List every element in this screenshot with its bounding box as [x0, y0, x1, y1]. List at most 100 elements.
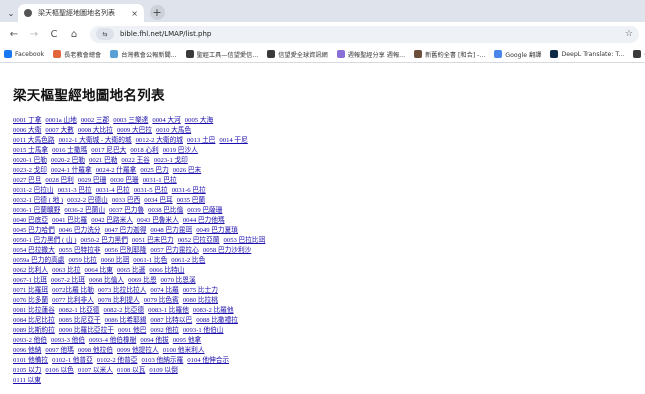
place-link[interactable]: 0049 巴力夏瑣: [196, 227, 238, 234]
place-link[interactable]: 0048 巴力毘珥: [150, 227, 192, 234]
place-link[interactable]: 0055 巴特拉非: [59, 247, 101, 254]
place-link[interactable]: 0076 比多蘭: [13, 297, 48, 304]
bookmark-item[interactable]: 信望愛全球資訊網: [267, 50, 328, 59]
place-link[interactable]: 0031-2 巴拉山: [13, 187, 54, 194]
place-link[interactable]: 0098 他拉伯: [78, 347, 113, 354]
place-link[interactable]: 0045 巴力哈們: [13, 227, 55, 234]
bookmark-item[interactable]: 週報聖經分享 週報...: [336, 50, 405, 59]
place-link[interactable]: 0044 巴力他瑪: [183, 217, 225, 224]
place-link[interactable]: 0040 巴底亞: [13, 217, 48, 224]
place-link[interactable]: 0058 巴力沙利沙: [203, 247, 251, 254]
place-link[interactable]: 0017 尼巴大: [91, 147, 126, 154]
place-link[interactable]: 0014 干尼: [219, 137, 247, 144]
place-link[interactable]: 0030 巴珊: [110, 177, 138, 184]
place-link[interactable]: 0067-2 比珥: [51, 277, 85, 284]
place-link[interactable]: 0096 他納: [13, 347, 41, 354]
place-link[interactable]: 0025 巴力: [140, 167, 168, 174]
place-link[interactable]: 0108 以瓦: [117, 367, 145, 374]
place-link[interactable]: 0089 比斯約拉: [13, 327, 55, 334]
place-link[interactable]: 0083-2 比羅他: [193, 307, 234, 314]
bookmark-item[interactable]: Google 翻譯: [494, 50, 541, 59]
back-button[interactable]: ←: [6, 26, 22, 42]
place-link[interactable]: 0022 王谷: [121, 157, 149, 164]
bookmark-item[interactable]: Facebook: [4, 50, 44, 58]
place-link[interactable]: 0041 巴比羅: [52, 217, 87, 224]
place-link[interactable]: 0106 以色: [45, 367, 73, 374]
place-link[interactable]: 0092 他拉: [150, 327, 178, 334]
place-link[interactable]: 0011 大馬色路: [13, 137, 55, 144]
place-link[interactable]: 0087 比特以巴: [150, 317, 192, 324]
place-link[interactable]: 0094 他拔: [140, 337, 168, 344]
place-link[interactable]: 0051 巴末巴力: [132, 237, 174, 244]
place-link[interactable]: 0013 土巴: [187, 137, 215, 144]
place-link[interactable]: 0057 巴力毘拉心: [150, 247, 198, 254]
bookmark-star-icon[interactable]: ☆: [625, 29, 633, 39]
place-link[interactable]: 0052 巴拉亞蘭: [178, 237, 220, 244]
place-link[interactable]: 0039 巴薩珊: [187, 207, 222, 214]
place-link[interactable]: 0031-4 巴拉: [96, 187, 130, 194]
forward-button[interactable]: →: [26, 26, 42, 42]
place-link[interactable]: 0070 比恩溪: [161, 277, 196, 284]
place-link[interactable]: 0068 比倫人: [89, 277, 124, 284]
place-link[interactable]: 0077 比利非人: [52, 297, 94, 304]
place-link[interactable]: 0065 比遜: [117, 267, 145, 274]
browser-tab[interactable]: 梁天樞聖經地圖地名列表 ×: [18, 4, 144, 22]
place-link[interactable]: 0038 巴比倫: [148, 207, 183, 214]
place-link[interactable]: 0064 比東: [85, 267, 113, 274]
bookmark-item[interactable]: DeepL Translate: T...: [550, 50, 624, 58]
place-link[interactable]: 0109 以倒: [149, 367, 177, 374]
place-link[interactable]: 0099 他提拉人: [117, 347, 159, 354]
place-link[interactable]: 0031-3 巴拉: [58, 187, 92, 194]
place-link[interactable]: 0093-2 他伯: [13, 337, 47, 344]
place-link[interactable]: 0004 大河: [152, 117, 180, 124]
place-link[interactable]: 0104 他伸合示: [187, 357, 229, 364]
place-link[interactable]: 0050-1 巴力黑們 ( 山 ): [13, 237, 77, 244]
place-link[interactable]: 0082-1 比亞德: [59, 307, 100, 314]
place-link[interactable]: 0101 他備拉: [13, 357, 48, 364]
place-link[interactable]: 0050-2 巴力黑們: [81, 237, 128, 244]
place-link[interactable]: 0020-2 巴勒: [51, 157, 85, 164]
place-link[interactable]: 0078 比利提人: [98, 297, 140, 304]
place-link[interactable]: 0105 以力: [13, 367, 41, 374]
place-link[interactable]: 0111 以東: [13, 377, 41, 384]
place-link[interactable]: 0020-1 巴勒: [13, 157, 47, 164]
place-link[interactable]: 0093-3 他伯: [51, 337, 85, 344]
place-link[interactable]: 0095 他拿: [173, 337, 201, 344]
place-link[interactable]: 0031-5 巴拉: [134, 187, 168, 194]
place-link[interactable]: 0023-1 戈印: [154, 157, 188, 164]
close-tab-icon[interactable]: ×: [131, 9, 138, 18]
place-link[interactable]: 0107 以米人: [78, 367, 113, 374]
place-link[interactable]: 0060 比珥: [101, 257, 129, 264]
place-link[interactable]: 0079 比色賓: [144, 297, 179, 304]
place-link[interactable]: 0056 巴別耶隆: [105, 247, 147, 254]
place-link[interactable]: 0059 比拉: [68, 257, 96, 264]
place-link[interactable]: 0002 三郡: [81, 117, 109, 124]
place-link[interactable]: 0042 巴路米人: [91, 217, 133, 224]
place-link[interactable]: 0063 比拉: [52, 267, 80, 274]
place-link[interactable]: 0043 巴魯米人: [137, 217, 179, 224]
place-link[interactable]: 0006 大衛: [13, 127, 41, 134]
place-link[interactable]: 0061-1 比色: [133, 257, 167, 264]
tab-search-icon[interactable]: ⌄: [4, 4, 18, 22]
place-link[interactable]: 0036-2 巴蘭山: [64, 207, 105, 214]
bookmark-item[interactable]: 新舊約全書 [和合] -...: [414, 50, 485, 59]
place-link[interactable]: 0081 比拉蓮谷: [13, 307, 55, 314]
place-link[interactable]: 0008 大比拉: [78, 127, 113, 134]
home-button[interactable]: ⌂: [66, 26, 82, 42]
place-link[interactable]: 0009 大巴拉: [117, 127, 152, 134]
place-link[interactable]: 0054 巴拉撒大: [13, 247, 55, 254]
place-link[interactable]: 0071 比羅珥: [13, 287, 48, 294]
place-link[interactable]: 0080 比拉桃: [183, 297, 218, 304]
place-link[interactable]: 0090 比羅比亞拉干: [59, 327, 114, 334]
new-tab-button[interactable]: +: [148, 3, 166, 21]
place-link[interactable]: 0067-1 比珥: [13, 277, 47, 284]
site-info-icon[interactable]: ⇆: [96, 28, 114, 40]
place-link[interactable]: 0091 他巴: [118, 327, 146, 334]
place-link[interactable]: 0016 士撒瑪: [52, 147, 87, 154]
place-link[interactable]: 0036-1 巴蘭曠野: [13, 207, 60, 214]
place-link[interactable]: 0032-2 巴德山: [67, 197, 108, 204]
place-link[interactable]: 0034 巴耳: [144, 197, 172, 204]
place-link[interactable]: 0032-1 巴德 ( 地 ): [13, 197, 63, 204]
place-link[interactable]: 0033 巴西: [112, 197, 140, 204]
place-link[interactable]: 0003 三樂達: [113, 117, 148, 124]
